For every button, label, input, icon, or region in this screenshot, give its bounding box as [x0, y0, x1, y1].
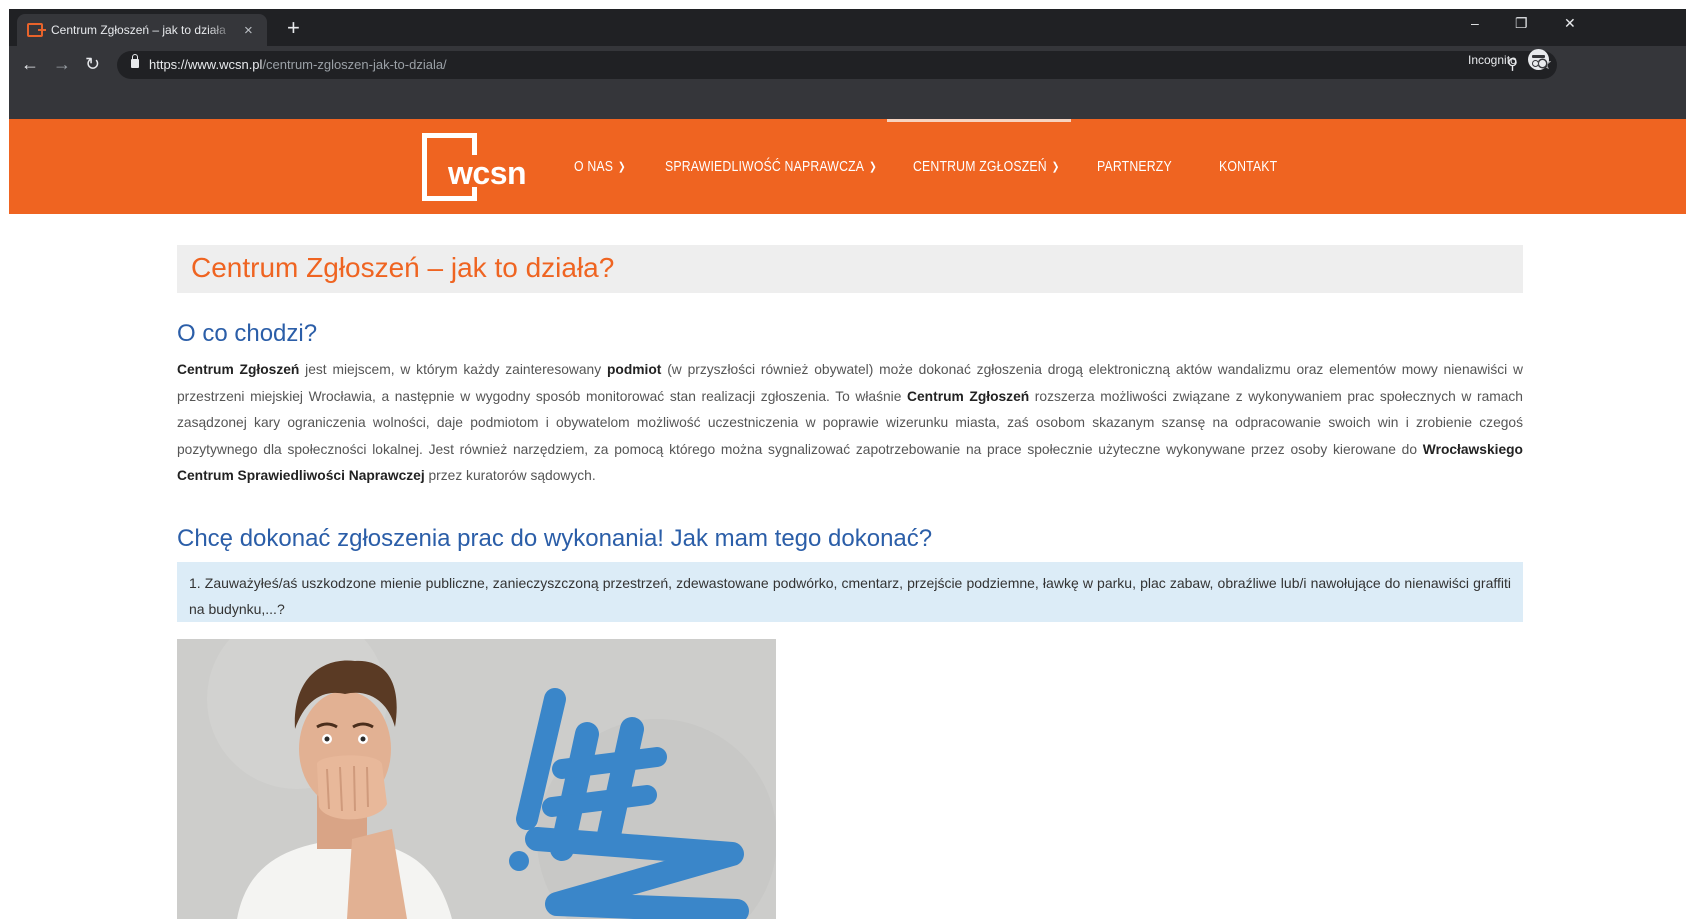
intro-paragraph: Centrum Zgłoszeń jest miejscem, w którym… [177, 357, 1523, 490]
logo-text: wcsn [448, 155, 527, 191]
nav-item-centrum-zgloszen[interactable]: CENTRUM ZGŁOSZEŃ ❯ [913, 119, 1059, 214]
close-tab-icon[interactable]: × [244, 22, 253, 39]
nav-label: CENTRUM ZGŁOSZEŃ [913, 158, 1047, 175]
step-1-text: 1. Zauważyłeś/aś uszkodzone mienie publi… [189, 575, 1511, 617]
section-heading-jak-dokonac: Chcę dokonać zgłoszenia prac do wykonani… [177, 525, 933, 552]
nav-item-partnerzy[interactable]: PARTNERZY [1097, 119, 1172, 214]
close-icon[interactable]: ✕ [1564, 15, 1576, 32]
page-title: Centrum Zgłoszeń – jak to działa? [191, 252, 615, 283]
nav-label: KONTAKT [1219, 158, 1278, 175]
browser-tab[interactable]: Centrum Zgłoszeń – jak to działa × [17, 14, 267, 46]
forward-icon[interactable]: → [53, 54, 71, 74]
url-host: https://www.wcsn.pl [149, 57, 263, 72]
illustration-photo [177, 639, 776, 919]
nav-item-sprawiedliwosc-naprawcza[interactable]: SPRAWIEDLIWOŚĆ NAPRAWCZA ❯ [665, 119, 877, 214]
chevron-down-icon: ❯ [618, 161, 626, 173]
chevron-down-icon: ❯ [869, 161, 877, 173]
reload-icon[interactable]: ↻ [85, 54, 100, 74]
nav-label: SPRAWIEDLIWOŚĆ NAPRAWCZA [665, 158, 865, 175]
site-header: wcsn O NAS ❯ SPRAWIEDLIWOŚĆ NAPRAWCZA ❯ CE… [9, 119, 1686, 214]
paragraph-text: przez kuratorów sądowych. [424, 468, 596, 484]
page-title-bar: Centrum Zgłoszeń – jak to działa? [177, 245, 1523, 293]
tab-strip: Centrum Zgłoszeń – jak to działa × + – ❐… [9, 9, 1686, 46]
site-logo[interactable]: wcsn [422, 133, 532, 201]
section-heading-o-co-chodzi: O co chodzi? [177, 320, 318, 347]
url-text[interactable]: https://www.wcsn.pl/centrum-zgloszen-jak… [149, 57, 447, 72]
url-path: /centrum-zgloszen-jak-to-dziala/ [262, 57, 447, 72]
nav-label: O NAS [574, 158, 614, 175]
site-favicon-icon [27, 23, 46, 37]
tab-title: Centrum Zgłoszeń – jak to działa [51, 23, 226, 37]
incognito-label[interactable]: Incognito [1468, 53, 1517, 67]
bold-text: Centrum Zgłoszeń [177, 362, 300, 377]
restore-icon[interactable]: ❐ [1515, 15, 1528, 32]
paragraph-text: jest miejscem, w którym każdy zaintereso… [299, 362, 607, 377]
lock-icon[interactable] [131, 54, 139, 68]
surprised-man-graffiti-illustration [177, 639, 776, 919]
back-icon[interactable]: ← [21, 54, 39, 74]
bold-text: Centrum Zgłoszeń [907, 388, 1030, 404]
minimize-icon[interactable]: – [1471, 15, 1479, 31]
browser-chrome: Centrum Zgłoszeń – jak to działa × + – ❐… [9, 9, 1686, 119]
address-bar[interactable]: https://www.wcsn.pl/centrum-zgloszen-jak… [117, 51, 1557, 79]
bold-text: podmiot [606, 362, 662, 377]
nav-item-kontakt[interactable]: KONTAKT [1219, 119, 1277, 214]
incognito-icon[interactable] [1528, 49, 1549, 70]
new-tab-button[interactable]: + [287, 17, 300, 39]
browser-toolbar: ← → ↻ https://www.wcsn.pl/centrum-zglosz… [9, 46, 1686, 84]
nav-label: PARTNERZY [1097, 158, 1172, 175]
step-1-box: 1. Zauważyłeś/aś uszkodzone mienie publi… [177, 562, 1523, 622]
chevron-down-icon: ❯ [1051, 161, 1060, 173]
nav-item-o-nas[interactable]: O NAS ❯ [574, 119, 626, 214]
